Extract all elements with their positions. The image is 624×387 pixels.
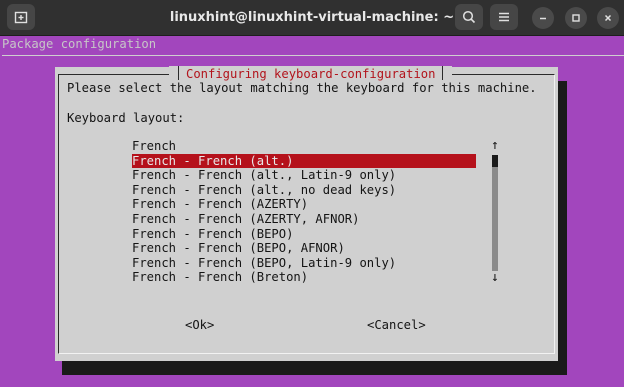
minimize-button[interactable] bbox=[532, 7, 554, 29]
close-icon bbox=[604, 14, 612, 22]
scroll-up-arrow-icon[interactable]: ↑ bbox=[491, 138, 499, 153]
new-tab-icon bbox=[14, 11, 28, 24]
scroll-down-arrow-icon[interactable]: ↓ bbox=[491, 270, 499, 285]
maximize-icon bbox=[572, 14, 580, 22]
title-rule bbox=[2, 55, 624, 56]
window-title: linuxhint@linuxhint-virtual-machine: ~ bbox=[169, 10, 455, 25]
dialog-title-text: Configuring keyboard-configuration bbox=[186, 67, 436, 81]
new-tab-button[interactable] bbox=[7, 4, 35, 30]
title-left-bar bbox=[178, 66, 179, 80]
list-item[interactable]: French - French (BEPO, Latin-9 only) bbox=[132, 256, 476, 271]
package-configuration-title: Package configuration bbox=[2, 37, 157, 51]
close-button[interactable] bbox=[597, 7, 619, 29]
list-item[interactable]: French - French (Breton) bbox=[132, 270, 476, 285]
ok-button[interactable]: <Ok> bbox=[185, 318, 214, 332]
layout-list[interactable]: French French - French (alt.) French - F… bbox=[124, 139, 504, 287]
list-item[interactable]: French bbox=[132, 139, 476, 154]
list-item[interactable]: French - French (BEPO, AFNOR) bbox=[132, 241, 476, 256]
list-item[interactable]: French - French (BEPO) bbox=[132, 227, 476, 242]
maximize-button[interactable] bbox=[565, 7, 587, 29]
dialog-title: Configuring keyboard-configuration bbox=[169, 66, 453, 81]
window-titlebar: linuxhint@linuxhint-virtual-machine: ~ bbox=[0, 0, 624, 36]
title-right-bar bbox=[442, 66, 444, 80]
list-item[interactable]: French - French (alt., no dead keys) bbox=[132, 183, 476, 198]
cancel-button[interactable]: <Cancel> bbox=[367, 318, 426, 332]
minimize-icon bbox=[540, 17, 546, 20]
hamburger-menu-icon bbox=[499, 12, 509, 22]
list-item[interactable]: French - French (AZERTY) bbox=[132, 197, 476, 212]
dialog-prompt: Please select the layout matching the ke… bbox=[67, 81, 537, 95]
list-item[interactable]: French - French (AZERTY, AFNOR) bbox=[132, 212, 476, 227]
search-button[interactable] bbox=[455, 4, 483, 30]
terminal-area[interactable]: Package configuration Configuring keyboa… bbox=[0, 36, 624, 387]
scrollbar-thumb[interactable] bbox=[492, 155, 498, 167]
list-item[interactable]: French - French (alt., Latin-9 only) bbox=[132, 168, 476, 183]
menu-button[interactable] bbox=[490, 4, 518, 30]
scrollbar-track[interactable] bbox=[492, 167, 498, 271]
list-item-selected[interactable]: French - French (alt.) bbox=[132, 153, 476, 169]
configuration-dialog: Configuring keyboard-configuration Pleas… bbox=[55, 66, 558, 361]
search-icon bbox=[462, 10, 476, 24]
keyboard-layout-label: Keyboard layout: bbox=[67, 111, 185, 125]
